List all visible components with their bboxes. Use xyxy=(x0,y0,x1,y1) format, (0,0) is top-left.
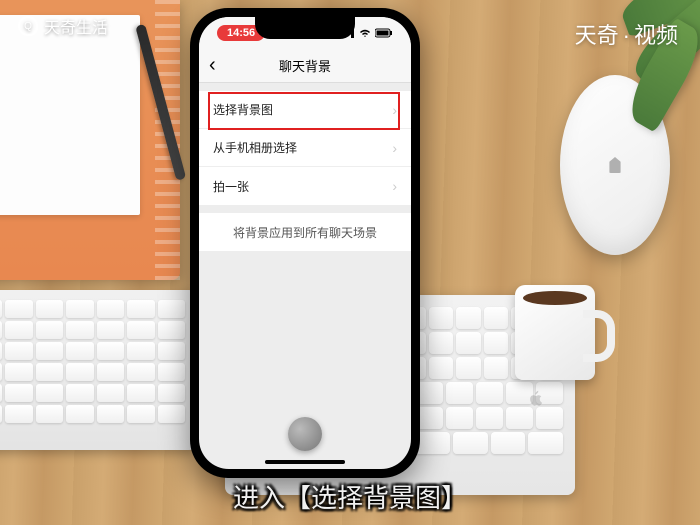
row-apply-all[interactable]: 将背景应用到所有聊天场景 xyxy=(199,213,411,251)
wifi-icon xyxy=(358,28,372,38)
row-label: 拍一张 xyxy=(213,178,249,195)
assistive-touch-button[interactable] xyxy=(288,417,322,451)
nav-bar: ‹ 聊天背景 xyxy=(199,49,411,83)
video-title: 天奇·视频 xyxy=(575,18,678,50)
back-button[interactable]: ‹ xyxy=(209,54,216,77)
home-indicator[interactable] xyxy=(265,460,345,464)
battery-icon xyxy=(375,28,393,38)
row-select-background[interactable]: 选择背景图 › xyxy=(199,91,411,129)
phone-screen: 14:56 ‹ 聊天背景 选择背景图 › 从手机相 xyxy=(199,17,411,469)
video-frame: 14:56 ‹ 聊天背景 选择背景图 › 从手机相 xyxy=(0,0,700,525)
brand-logo: Q 天奇生活 xyxy=(18,14,108,38)
notebook-page xyxy=(0,15,140,215)
row-label: 从手机相册选择 xyxy=(213,139,297,156)
notebook-prop xyxy=(0,0,180,280)
nav-title: 聊天背景 xyxy=(279,56,331,75)
subtitle-caption: 进入【选择背景图】 xyxy=(233,478,467,515)
phone-notch xyxy=(255,17,355,39)
logo-text: 天奇生活 xyxy=(44,14,108,38)
logo-icon: Q xyxy=(18,16,38,36)
chevron-right-icon: › xyxy=(392,178,397,194)
apple-logo-icon xyxy=(527,390,545,410)
phone-mockup: 14:56 ‹ 聊天背景 选择背景图 › 从手机相 xyxy=(190,8,420,478)
row-take-photo[interactable]: 拍一张 › xyxy=(199,167,411,205)
coffee-mug xyxy=(515,285,595,380)
settings-list: 选择背景图 › 从手机相册选择 › 拍一张 › 将背景应用到所有聊天场景 xyxy=(199,91,411,251)
mouse-prop xyxy=(560,75,670,255)
row-label: 选择背景图 xyxy=(213,101,273,118)
keyboard-left xyxy=(0,290,195,450)
chevron-right-icon: › xyxy=(392,102,397,118)
chevron-right-icon: › xyxy=(392,140,397,156)
row-choose-from-album[interactable]: 从手机相册选择 › xyxy=(199,129,411,167)
row-label: 将背景应用到所有聊天场景 xyxy=(233,224,377,241)
